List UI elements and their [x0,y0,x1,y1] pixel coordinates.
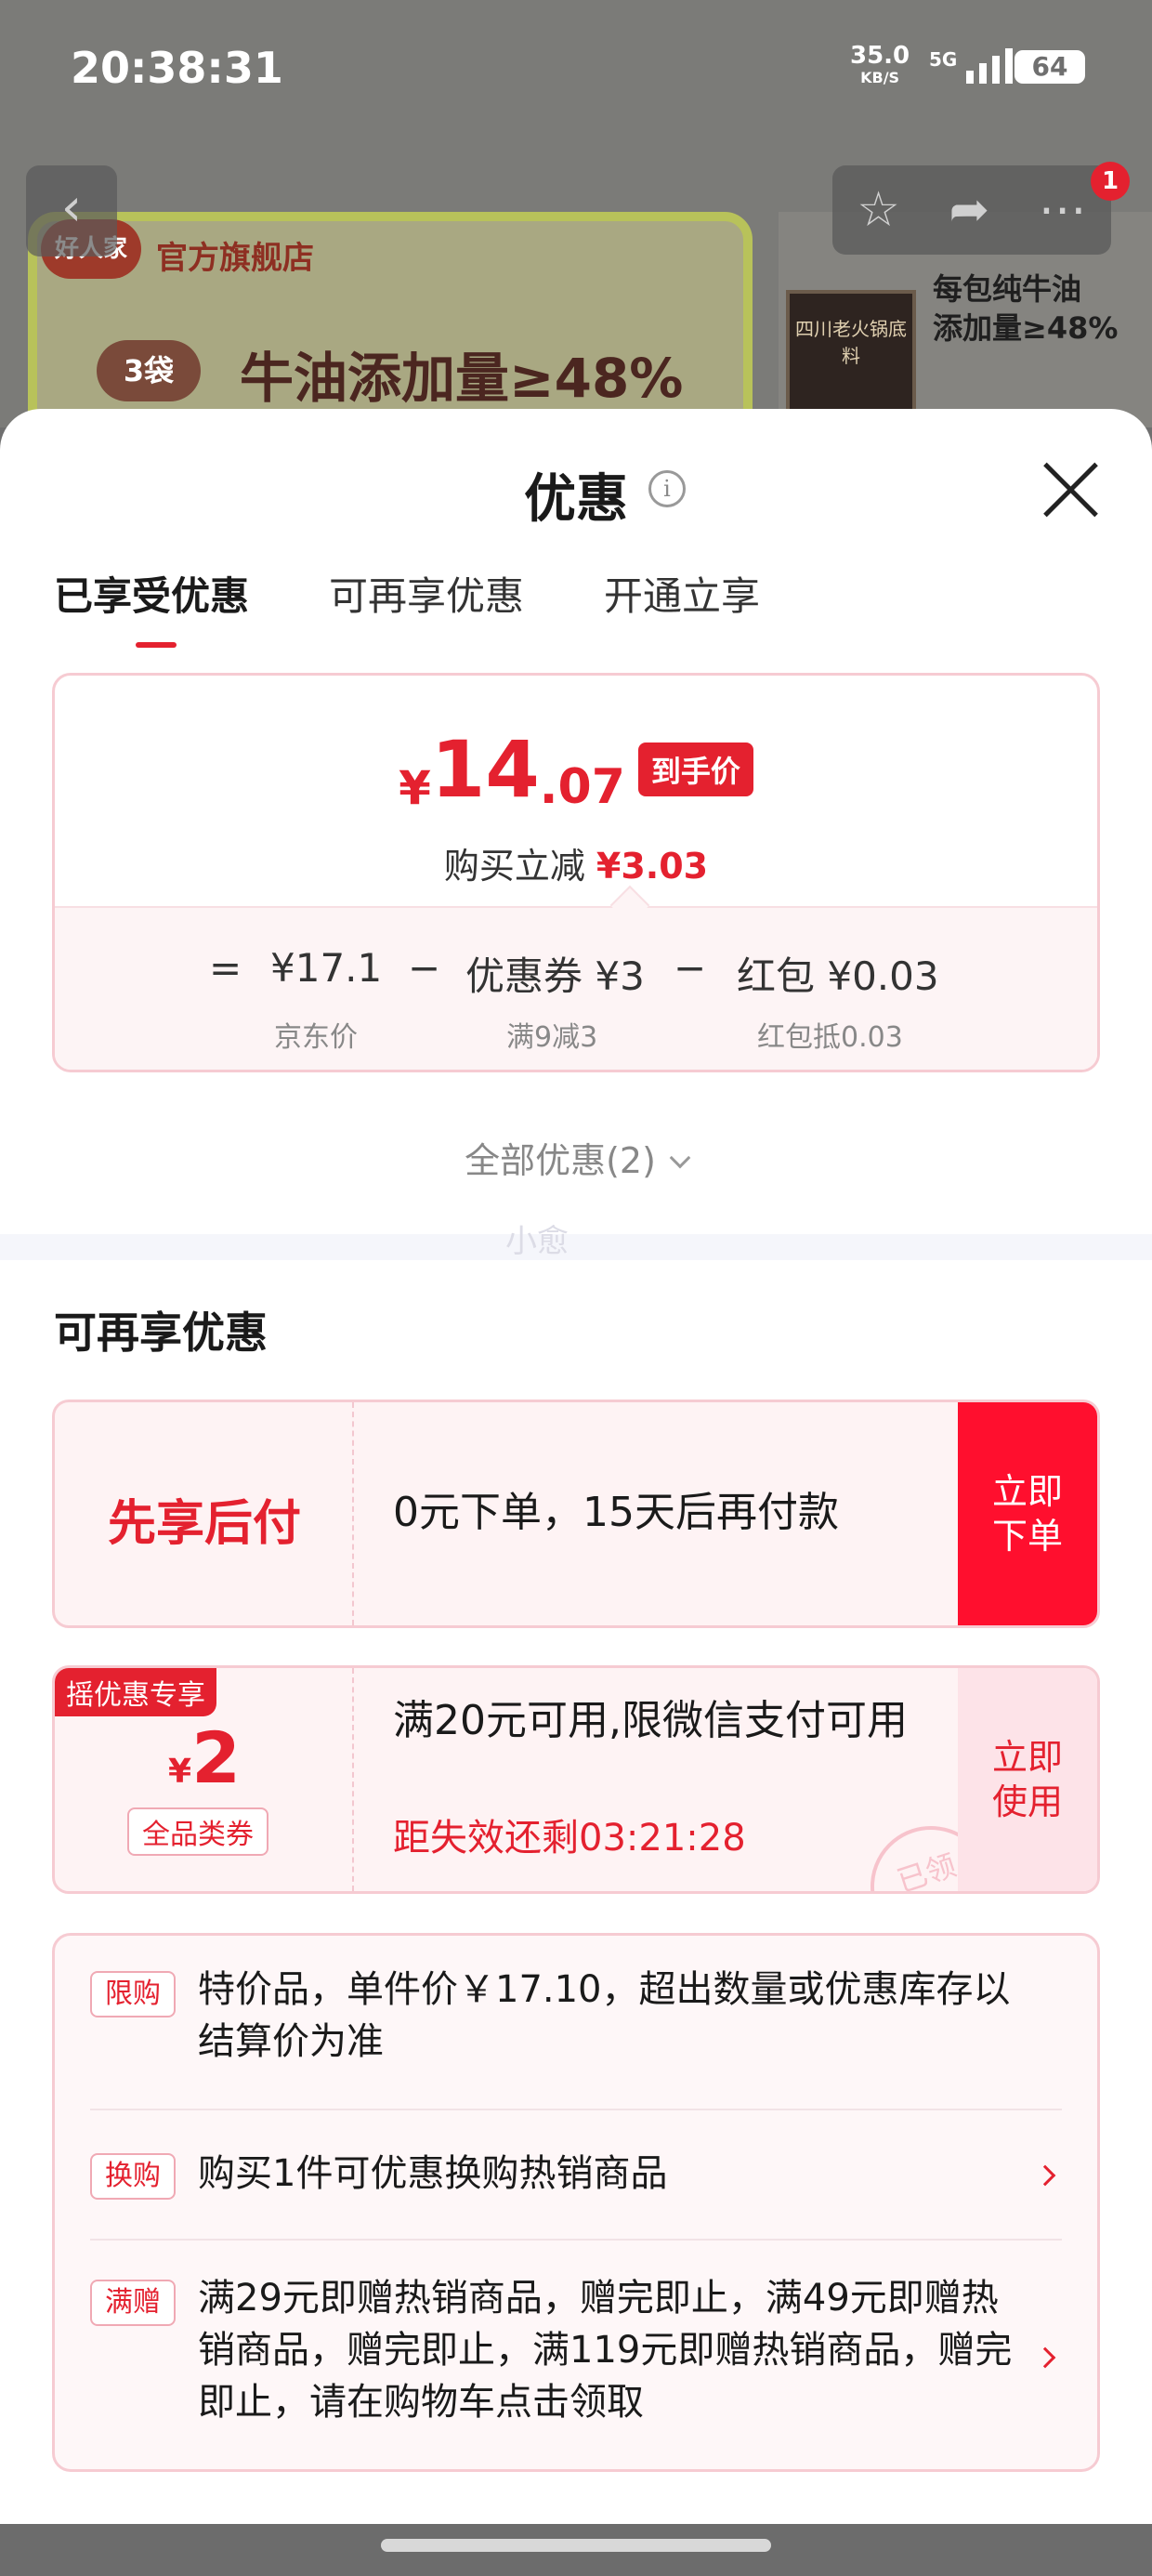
bnpl-offer-card: 先享后付 0元下单，15天后再付款 立即 下单 [52,1400,1100,1628]
coupon-card: 摇优惠专享 ¥2 全品类券 满20元可用,限微信支付可用 距失效还剩03:21:… [52,1665,1100,1894]
final-price: ¥14.07 到手价 [55,724,1097,815]
final-price-tag: 到手价 [637,743,753,796]
promo-tag-limit: 限购 [90,1971,176,2017]
offer-tabs: 已享受优惠 可再享优惠 开通立享 [54,565,760,648]
breakdown-base-label: 京东价 [274,1021,358,1054]
coupon-ribbon: 摇优惠专享 [55,1668,216,1716]
breakdown-minus-2: − [674,945,707,991]
promo-tag-exchange: 换购 [90,2153,176,2200]
coupon-countdown: 距失效还剩03:21:28 [393,1817,746,1860]
all-offers-label: 全部优惠(2) [465,1140,656,1181]
more-offers-title: 可再享优惠 [54,1308,268,1358]
instant-reduction-value: ¥3.03 [596,846,709,887]
breakdown-minus-1: − [408,945,441,991]
tab-activate-offers[interactable]: 开通立享 [604,565,760,622]
coupon-amount: ¥2 [55,1716,354,1799]
breakdown-redpacket-label: 红包抵0.03 [757,1021,903,1054]
chevron-right-icon [1034,2346,1056,2369]
final-price-integer: 14 [430,724,540,815]
close-icon[interactable] [1039,457,1104,522]
breakdown-redpacket: 红包 ¥0.03 [737,953,939,999]
bnpl-description: 0元下单，15天后再付款 [393,1489,839,1536]
price-summary-card: ¥14.07 到手价 购买立减 ¥3.03 = ¥17.1 − 优惠券 ¥3 − 红… [52,673,1100,1072]
product-pack: 四川老火锅底料 [786,290,916,427]
banner-headline: 牛油添加量≥48% [240,347,684,410]
chevron-down-icon [669,1147,691,1169]
promo-tag-gift: 满赠 [90,2280,176,2326]
signal-icon [966,48,1013,84]
watermark: 小愈 [505,1223,569,1260]
breakdown-equals: = [209,945,242,991]
use-now-line-2: 使用 [991,1781,1063,1822]
promo-text-exchange: 购买1件可优惠换购热销商品 [198,2152,668,2195]
side-promo-line-1: 每包纯牛油 [933,271,1082,307]
network-speed-value: 35.0 [850,42,910,70]
side-promo-line-2: 添加量≥48% [933,310,1119,346]
final-price-decimal: .07 [539,759,625,815]
star-icon[interactable]: ☆ [857,165,900,255]
network-speed-unit: KB/S [860,69,900,86]
promo-row-gift[interactable]: 满赠 满29元即赠热销商品，赠完即止，满49元即赠热销商品，赠完即止，满119元… [90,2239,1062,2471]
coupon-value: 2 [191,1716,241,1799]
home-indicator[interactable] [381,2539,771,2552]
promo-row-purchase-limit: 限购 特价品，单件价￥17.10，超出数量或优惠库存以结算价为准 [90,1936,1062,2109]
bnpl-label: 先享后付 [107,1496,301,1552]
order-now-button[interactable]: 立即 下单 [958,1402,1097,1625]
breakdown-coupon-label: 满9减3 [506,1021,598,1054]
instant-reduction: 购买立减 ¥3.03 [55,837,1097,888]
coupon-scope-badge: 全品类券 [127,1807,268,1856]
promo-text-gift: 满29元即赠热销商品，赠完即止，满49元即赠热销商品，赠完即止，满119元即赠热… [198,2277,1013,2424]
network-type: 5G [929,48,958,71]
side-promo-text: 每包纯牛油 添加量≥48% [933,269,1118,348]
info-icon[interactable]: i [648,470,686,507]
notification-badge: 1 [1091,162,1130,201]
coupon-currency: ¥ [168,1753,192,1791]
store-label: 官方旗舰店 [156,240,314,277]
back-button[interactable]: ‹ [26,165,117,256]
promo-text-limit: 特价品，单件价￥17.10，超出数量或优惠库存以结算价为准 [198,1968,1011,2063]
sheet-title: 优惠 [524,469,628,530]
more-icon[interactable]: ⋯ [1039,165,1087,255]
order-now-line-2: 下单 [991,1516,1063,1557]
network-speed: 35.0 KB/S [850,42,910,89]
price-breakdown: = ¥17.1 − 优惠券 ¥3 − 红包 ¥0.03 京东价 满9减3 红包抵… [55,906,1097,1070]
order-now-line-1: 立即 [991,1471,1063,1512]
breakdown-base-price: ¥17.1 [270,945,383,991]
clock: 20:38:31 [71,43,283,93]
share-icon[interactable]: ➦ [949,165,990,255]
tab-more-offers[interactable]: 可再享优惠 [329,565,524,622]
tab-enjoyed-offers[interactable]: 已享受优惠 [54,565,249,648]
breakdown-coupon: 优惠券 ¥3 [465,953,645,999]
battery-icon: 64 [1015,50,1085,84]
promotion-list: 限购 特价品，单件价￥17.10，超出数量或优惠库存以结算价为准 换购 购买1件… [52,1933,1100,2472]
offers-sheet: 优惠 i 已享受优惠 可再享优惠 开通立享 ¥14.07 到手价 购买立减 ¥3.0… [0,409,1152,2533]
chevron-right-icon [1034,2164,1056,2187]
bag-count-badge: 3袋 [97,340,201,401]
coupon-description: 满20元可用,限微信支付可用 [393,1697,908,1744]
section-divider [0,1234,1152,1260]
top-action-bar: ☆ ➦ ⋯ [832,165,1111,255]
instant-reduction-label: 购买立减 [443,846,585,887]
all-offers-toggle[interactable]: 全部优惠(2) [0,1132,1152,1183]
use-now-button[interactable]: 立即 使用 [958,1668,1097,1891]
final-price-currency: ¥ [399,761,431,815]
use-now-line-1: 立即 [991,1737,1063,1778]
status-bar: 20:38:31 35.0 KB/S 5G 64 [0,0,1152,139]
promo-row-exchange[interactable]: 换购 购买1件可优惠换购热销商品 [90,2109,1062,2239]
